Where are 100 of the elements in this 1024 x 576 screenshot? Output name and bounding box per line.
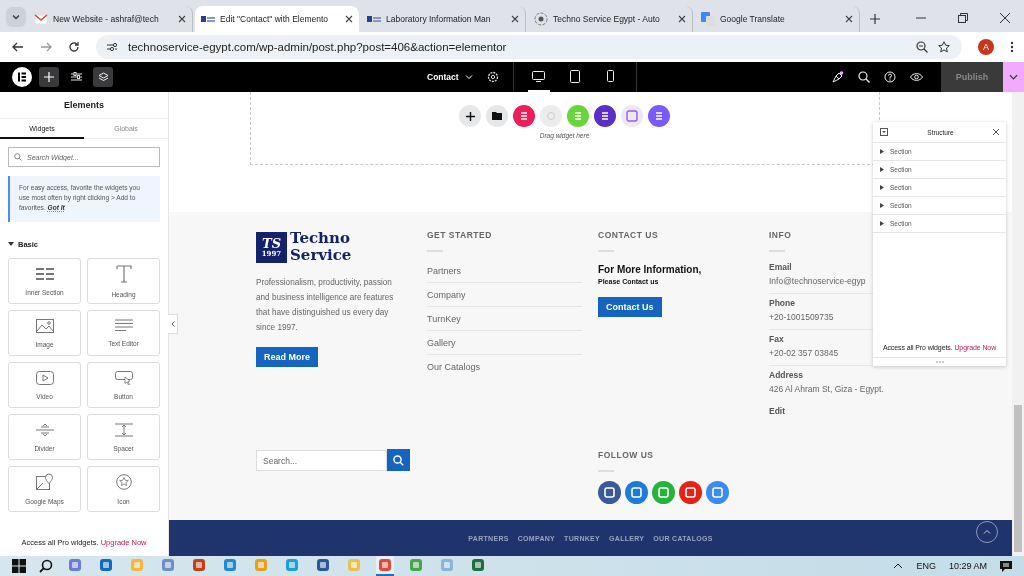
mail-icon — [34, 13, 48, 25]
star-circle-icon — [115, 473, 132, 490]
close-icon[interactable] — [1000, 13, 1010, 23]
spacer-icon — [114, 422, 133, 437]
info-label: Fax — [769, 334, 785, 344]
search-icon[interactable] — [858, 71, 870, 83]
zoom-icon[interactable] — [916, 41, 928, 53]
browser-tab[interactable]: Techno Service Egypt - Auto — [528, 6, 693, 32]
footer-link[interactable]: Partners — [427, 266, 582, 283]
page-name-dropdown[interactable]: Contact — [427, 72, 473, 82]
map-pin-icon — [35, 473, 54, 490]
circle-icon — [534, 12, 548, 26]
windows-start-icon[interactable] — [12, 559, 26, 573]
close-icon[interactable] — [178, 15, 186, 23]
caret-icon — [880, 203, 884, 208]
video-icon — [35, 370, 54, 385]
eye-icon[interactable] — [910, 72, 923, 82]
social-icon[interactable] — [679, 481, 702, 504]
contact-us-button[interactable]: Contact Us — [598, 297, 662, 317]
footer-link[interactable]: TurnKey — [427, 314, 582, 331]
column-heading: INFO — [769, 230, 792, 240]
contact-title: For More Information, — [598, 264, 702, 275]
add-element-button[interactable] — [39, 67, 59, 87]
collapse-panel-handle[interactable] — [168, 314, 178, 334]
add-widget-icon[interactable] — [486, 105, 508, 127]
caret-icon — [880, 185, 884, 190]
resize-handle-icon[interactable] — [935, 361, 944, 363]
info-value: Info@technoservice-egyp — [769, 276, 867, 286]
social-icon[interactable] — [598, 481, 621, 504]
columns-icon — [35, 266, 54, 281]
add-widget-icon[interactable] — [459, 105, 481, 127]
search-field[interactable]: Search... — [256, 450, 387, 471]
plus-icon — [44, 72, 54, 82]
read-more-button[interactable]: Read More — [256, 347, 318, 367]
search-button[interactable] — [387, 449, 410, 471]
chevron-up-icon[interactable] — [893, 563, 904, 569]
button-cursor-icon — [114, 370, 133, 385]
notification-icon[interactable] — [1000, 560, 1012, 572]
collapse-icon[interactable] — [880, 128, 888, 136]
close-icon[interactable] — [678, 15, 686, 23]
settings-icon[interactable] — [486, 71, 499, 83]
text-lines-icon — [114, 319, 133, 332]
restore-icon[interactable] — [958, 13, 968, 23]
reload-icon[interactable] — [68, 41, 80, 53]
footer-link[interactable]: Gallery — [427, 338, 582, 355]
address-field[interactable]: technoservice-egypt.com/wp-admin/post.php?post=406&action=elementor — [96, 35, 962, 59]
elementor-logo-icon[interactable] — [12, 67, 32, 87]
profile-avatar[interactable]: A — [978, 39, 994, 55]
caret-icon — [880, 221, 884, 226]
close-icon[interactable] — [845, 15, 853, 23]
caret-icon — [8, 242, 14, 247]
column-heading: CONTACT US — [598, 230, 659, 240]
browser-tab[interactable]: Laboratory Information Man — [361, 6, 526, 32]
chevron-down-icon — [464, 74, 473, 80]
back-icon[interactable] — [12, 41, 24, 53]
footer-link[interactable]: Our Catalogs — [427, 362, 582, 378]
clock[interactable]: 10:29 AM — [948, 561, 987, 571]
search-icon — [14, 153, 22, 161]
new-tab-icon[interactable] — [870, 14, 880, 24]
info-label: Address — [769, 370, 804, 380]
search-icon — [393, 454, 404, 466]
menu-icon[interactable] — [1010, 41, 1014, 53]
heading-icon — [115, 264, 132, 283]
translate-icon — [701, 12, 715, 26]
divider-icon — [35, 422, 54, 437]
caret-icon — [880, 167, 884, 172]
scrollbar-thumb[interactable] — [1014, 405, 1022, 552]
social-icon[interactable] — [625, 481, 648, 504]
add-widget-icon[interactable] — [594, 105, 616, 127]
publish-options-button[interactable] — [1003, 62, 1024, 92]
info-label: Phone — [769, 298, 796, 308]
browser-tab[interactable]: Edit "Contact" with Elemento — [195, 6, 359, 32]
browser-tab[interactable]: Google Translate — [695, 6, 860, 32]
chevron-down-icon — [1009, 74, 1018, 80]
help-icon[interactable] — [884, 71, 896, 83]
caret-icon — [880, 149, 884, 154]
close-icon[interactable] — [345, 15, 353, 23]
star-icon[interactable] — [938, 41, 950, 53]
desktop-icon — [532, 70, 546, 82]
taskbar-app-icon[interactable] — [376, 556, 394, 576]
footer-link[interactable]: Company — [427, 290, 582, 307]
info-value: 426 Al Ahram St, Giza - Egypt. — [769, 384, 885, 394]
tab-list-button[interactable] — [6, 7, 26, 27]
structure-button[interactable] — [93, 67, 113, 87]
info-label: Email — [769, 262, 793, 272]
site-icon — [201, 15, 215, 23]
forward-icon[interactable] — [40, 41, 52, 53]
layers-icon — [97, 71, 109, 83]
scroll-top-icon[interactable] — [976, 521, 998, 543]
edit-link[interactable]: Edit — [769, 406, 786, 416]
search-icon[interactable] — [39, 559, 53, 573]
close-icon[interactable] — [993, 129, 999, 135]
social-icon[interactable] — [706, 481, 729, 504]
site-settings-icon[interactable] — [106, 41, 118, 53]
column-heading: GET STARTED — [427, 230, 492, 240]
chevron-down-icon — [11, 12, 21, 22]
browser-tab[interactable]: New Website - ashraf@tech — [28, 6, 193, 32]
close-icon[interactable] — [511, 15, 519, 23]
language-indicator[interactable]: ENG — [916, 561, 936, 571]
sliders-icon — [70, 72, 82, 82]
